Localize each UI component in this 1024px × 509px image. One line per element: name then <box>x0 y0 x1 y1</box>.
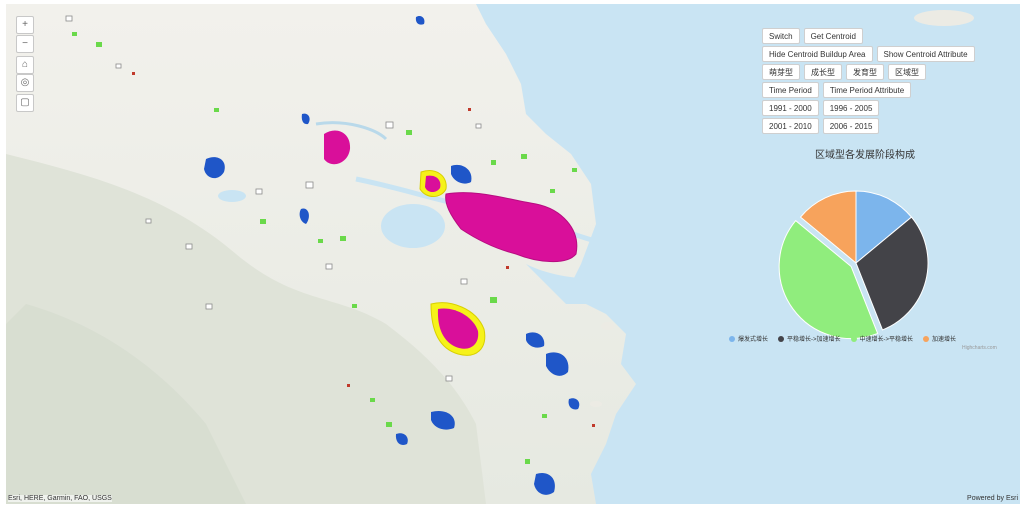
zoom-out-icon: − <box>22 38 28 49</box>
time-period-attribute-button[interactable]: Time Period Attribute <box>822 82 912 98</box>
type-growth-button[interactable]: 成长型 <box>804 64 842 80</box>
zoom-out-button[interactable]: − <box>16 35 34 53</box>
fullscreen-button[interactable]: ▢ <box>16 94 34 112</box>
legend-label: 爆发式增长 <box>738 337 769 343</box>
home-icon: ⌂ <box>21 59 29 70</box>
type-develop-button[interactable]: 发育型 <box>846 64 884 80</box>
legend-item[interactable]: 中速增长->平稳增长 <box>850 334 914 343</box>
legend-marker <box>778 335 785 342</box>
legend-label: 平稳增长->加速增长 <box>787 337 841 343</box>
island <box>914 10 974 26</box>
type-region-button[interactable]: 区域型 <box>888 64 926 80</box>
lake <box>218 190 246 202</box>
powered-by[interactable]: Powered by Esri <box>967 495 1018 502</box>
legend-label: 加速增长 <box>932 337 957 343</box>
period-2006-2015-button[interactable]: 2006 - 2015 <box>822 118 880 134</box>
get-centroid-button[interactable]: Get Centroid <box>803 28 863 44</box>
pie-chart <box>778 190 929 340</box>
legend-label: 中速增长->平稳增长 <box>859 337 914 343</box>
pie-chart-container: 区域型各发展阶段构成 <box>720 142 1010 357</box>
period-1996-2005-button[interactable]: 1996 - 2005 <box>822 100 880 116</box>
legend-item[interactable]: 加速增长 <box>923 334 956 343</box>
taihu-lake <box>381 204 445 248</box>
control-panel: Switch Get Centroid Hide Centroid Buildu… <box>762 28 975 136</box>
type-sprout-button[interactable]: 萌芽型 <box>762 64 800 80</box>
legend-item[interactable]: 爆发式增长 <box>729 334 768 343</box>
home-button[interactable]: ⌂ <box>16 56 34 74</box>
locate-button[interactable]: ◎ <box>16 74 34 92</box>
show-centroid-attribute-button[interactable]: Show Centroid Attribute <box>876 46 975 62</box>
legend-marker <box>850 335 857 342</box>
highcharts-credit[interactable]: Highcharts.com <box>962 345 997 351</box>
chart-title: 区域型各发展阶段构成 <box>815 150 915 161</box>
chart-legend: 爆发式增长 平稳增长->加速增长 中速增长->平稳增长 加速增长 <box>729 334 1019 343</box>
locate-icon: ◎ <box>20 77 30 88</box>
hide-centroid-buildup-area-button[interactable]: Hide Centroid Buildup Area <box>762 46 873 62</box>
legend-marker <box>729 335 735 342</box>
period-2001-2010-button[interactable]: 2001 - 2010 <box>762 118 819 134</box>
zoom-in-button[interactable]: + <box>16 16 34 34</box>
legend-item[interactable]: 平稳增长->加速增长 <box>778 334 841 343</box>
zoom-in-icon: + <box>22 19 28 30</box>
period-1991-2000-button[interactable]: 1991 - 2000 <box>762 100 819 116</box>
legend-marker <box>923 335 930 342</box>
fullscreen-icon: ▢ <box>20 97 30 108</box>
map-attribution: Esri, HERE, Garmin, FAO, USGS <box>8 495 112 502</box>
time-period-button[interactable]: Time Period <box>762 82 819 98</box>
switch-button[interactable]: Switch <box>762 28 800 44</box>
